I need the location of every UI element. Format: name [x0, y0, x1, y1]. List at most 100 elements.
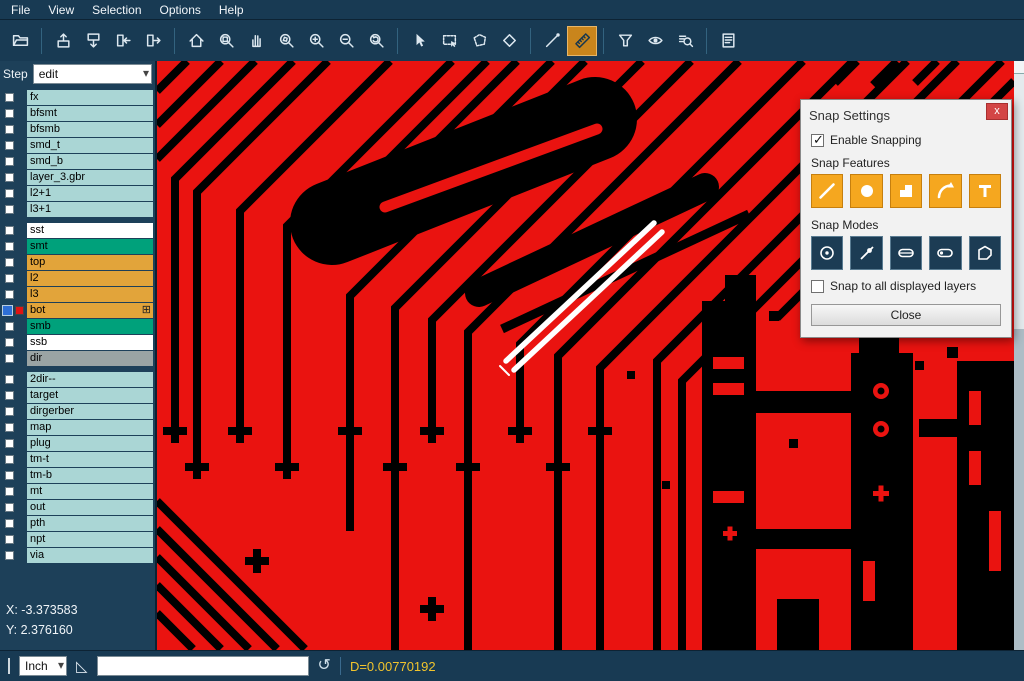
line-measure-button[interactable]	[537, 26, 567, 56]
layer-visibility-checkbox[interactable]	[5, 354, 14, 363]
select-rectangle-button[interactable]	[434, 26, 464, 56]
layer-row-bfsmt[interactable]: bfsmt	[0, 106, 155, 121]
snap-feature-pad-button[interactable]	[850, 174, 882, 208]
menu-item-options[interactable]: Options	[151, 2, 210, 18]
close-button[interactable]: Close	[811, 304, 1001, 326]
view-options-button[interactable]	[640, 26, 670, 56]
unit-select[interactable]: Inch	[19, 656, 67, 676]
layer-visibility-checkbox[interactable]	[5, 503, 14, 512]
layer-row-target[interactable]: target	[0, 388, 155, 403]
pcb-canvas[interactable]: Snap Settings x Enable Snapping Snap Fea…	[157, 61, 1024, 650]
layer-row-l3[interactable]: l3	[0, 287, 155, 302]
layer-visibility-checkbox[interactable]	[5, 471, 14, 480]
select-button[interactable]	[404, 26, 434, 56]
command-input[interactable]	[97, 656, 309, 676]
layer-visibility-checkbox[interactable]	[5, 141, 14, 150]
layer-visibility-checkbox[interactable]	[5, 455, 14, 464]
layer-row-bot[interactable]: bot⊞	[0, 303, 155, 318]
layer-row-tm-b[interactable]: tm-b	[0, 468, 155, 483]
menu-item-file[interactable]: File	[2, 2, 39, 18]
layer-visibility-checkbox[interactable]	[5, 375, 14, 384]
export-right-button[interactable]	[138, 26, 168, 56]
layer-row-plug[interactable]: plug	[0, 436, 155, 451]
layer-row-sst[interactable]: sst	[0, 223, 155, 238]
angle-tool-icon[interactable]: ◺	[76, 659, 88, 674]
layer-row-via[interactable]: via	[0, 548, 155, 563]
layer-row-out[interactable]: out	[0, 500, 155, 515]
layer-visibility-checkbox[interactable]	[5, 125, 14, 134]
zoom-out-button[interactable]	[331, 26, 361, 56]
layer-row-map[interactable]: map	[0, 420, 155, 435]
scroll-up-button[interactable]	[1014, 61, 1024, 74]
menu-item-help[interactable]: Help	[210, 2, 253, 18]
layer-visibility-checkbox[interactable]	[5, 407, 14, 416]
layer-row-smt[interactable]: smt	[0, 239, 155, 254]
layer-visibility-checkbox[interactable]	[5, 551, 14, 560]
layer-row-npt[interactable]: npt	[0, 532, 155, 547]
filter-button[interactable]	[610, 26, 640, 56]
zoom-in-button[interactable]	[301, 26, 331, 56]
layer-visibility-checkbox[interactable]	[5, 157, 14, 166]
zoom-window-button[interactable]	[211, 26, 241, 56]
report-button[interactable]	[713, 26, 743, 56]
scrollbar-thumb[interactable]	[1014, 74, 1024, 329]
ruler-button[interactable]	[567, 26, 597, 56]
vertical-scrollbar[interactable]	[1014, 61, 1024, 650]
layer-visibility-checkbox[interactable]	[2, 305, 13, 316]
open-button[interactable]	[5, 26, 35, 56]
snap-all-layers-checkbox[interactable]	[811, 280, 824, 293]
zoom-polygon-button[interactable]	[271, 26, 301, 56]
step-select[interactable]: edit	[33, 64, 152, 84]
find-button[interactable]	[670, 26, 700, 56]
snap-feature-corner-button[interactable]	[890, 174, 922, 208]
layer-visibility-checkbox[interactable]	[5, 519, 14, 528]
layer-visibility-checkbox[interactable]	[5, 322, 14, 331]
select-polygon-button[interactable]	[464, 26, 494, 56]
layer-visibility-checkbox[interactable]	[5, 258, 14, 267]
snap-feature-arc-button[interactable]	[929, 174, 961, 208]
layer-visibility-checkbox[interactable]	[5, 338, 14, 347]
layer-row-l3+1[interactable]: l3+1	[0, 202, 155, 217]
layer-visibility-checkbox[interactable]	[5, 487, 14, 496]
layer-row-l2+1[interactable]: l2+1	[0, 186, 155, 201]
refresh-icon[interactable]: ↺	[318, 658, 331, 674]
layer-visibility-checkbox[interactable]	[5, 93, 14, 102]
layer-visibility-checkbox[interactable]	[5, 242, 14, 251]
snap-mode-slot-button[interactable]	[890, 236, 922, 270]
snap-mode-outline-button[interactable]	[969, 236, 1001, 270]
enable-snapping-checkbox[interactable]	[811, 134, 824, 147]
layer-visibility-checkbox[interactable]	[5, 109, 14, 118]
layer-row-tm-t[interactable]: tm-t	[0, 452, 155, 467]
snap-mode-point-button[interactable]	[850, 236, 882, 270]
layer-visibility-checkbox[interactable]	[5, 439, 14, 448]
dialog-close-icon[interactable]: x	[986, 103, 1008, 120]
layer-visibility-checkbox[interactable]	[5, 226, 14, 235]
import-down-button[interactable]	[78, 26, 108, 56]
snap-feature-text-button[interactable]	[969, 174, 1001, 208]
export-up-button[interactable]	[48, 26, 78, 56]
snap-feature-line-button[interactable]	[811, 174, 843, 208]
layer-row-ssb[interactable]: ssb	[0, 335, 155, 350]
layer-visibility-checkbox[interactable]	[5, 290, 14, 299]
layer-row-bfsmb[interactable]: bfsmb	[0, 122, 155, 137]
layer-visibility-checkbox[interactable]	[5, 173, 14, 182]
home-view-button[interactable]	[181, 26, 211, 56]
menu-item-view[interactable]: View	[39, 2, 83, 18]
layer-visibility-checkbox[interactable]	[5, 205, 14, 214]
layer-visibility-checkbox[interactable]	[5, 423, 14, 432]
layer-visibility-checkbox[interactable]	[5, 274, 14, 283]
zoom-reset-button[interactable]	[361, 26, 391, 56]
layer-visibility-checkbox[interactable]	[5, 189, 14, 198]
layer-row-dir[interactable]: dir	[0, 351, 155, 366]
layer-row-pth[interactable]: pth	[0, 516, 155, 531]
layer-row-dirgerber[interactable]: dirgerber	[0, 404, 155, 419]
layer-visibility-checkbox[interactable]	[5, 391, 14, 400]
layer-row-smd_b[interactable]: smd_b	[0, 154, 155, 169]
layer-row-fx[interactable]: fx	[0, 90, 155, 105]
layer-row-smb[interactable]: smb	[0, 319, 155, 334]
layer-row-l2[interactable]: l2	[0, 271, 155, 286]
snap-mode-slot-end-button[interactable]	[929, 236, 961, 270]
layer-row-mt[interactable]: mt	[0, 484, 155, 499]
layer-visibility-checkbox[interactable]	[5, 535, 14, 544]
import-left-button[interactable]	[108, 26, 138, 56]
